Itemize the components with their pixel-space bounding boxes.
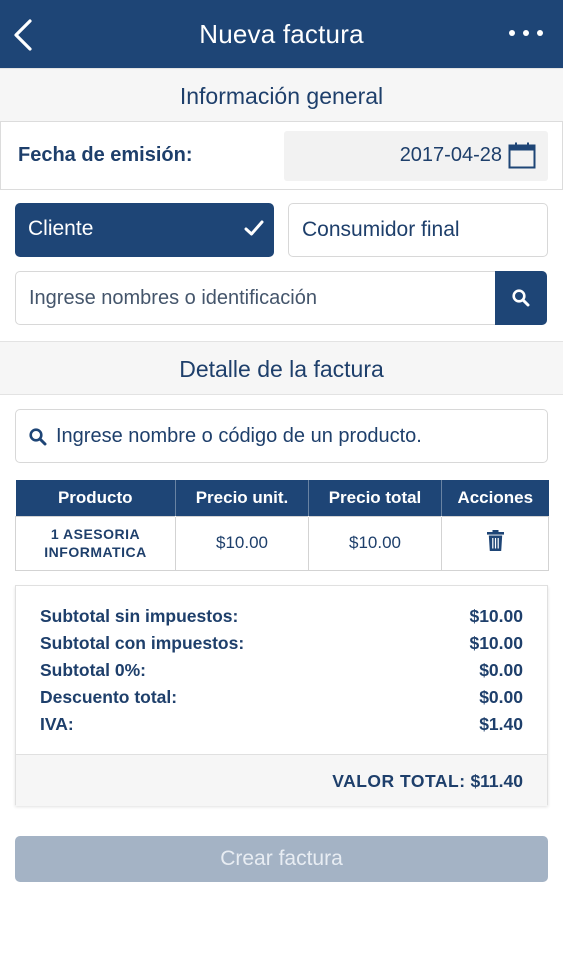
summary-row: Descuento total: $0.00 xyxy=(40,687,523,714)
search-icon xyxy=(29,428,47,446)
total-label: VALOR TOTAL: xyxy=(332,771,466,791)
summary-label: Subtotal 0%: xyxy=(40,660,146,680)
page-title: Nueva factura xyxy=(199,19,364,49)
items-table: Producto Precio unit. Precio total Accio… xyxy=(15,480,549,571)
summary-value: $0.00 xyxy=(479,660,523,680)
summary-value: $1.40 xyxy=(479,714,523,734)
invoice-summary: Subtotal sin impuestos: $10.00 Subtotal c… xyxy=(15,585,548,806)
summary-row: IVA: $1.40 xyxy=(40,714,523,741)
product-search-placeholder: Ingrese nombre o código de un producto. xyxy=(56,425,422,447)
cliente-toggle[interactable]: Cliente xyxy=(15,203,274,257)
product-name-line: INFORMATICA xyxy=(44,544,147,560)
summary-label: Subtotal con impuestos: xyxy=(40,633,245,653)
col-header-precio-total: Precio total xyxy=(308,480,442,516)
summary-row: Subtotal 0%: $0.00 xyxy=(40,660,523,687)
issue-date-field[interactable]: 2017-04-28 xyxy=(284,131,548,181)
search-icon xyxy=(512,289,530,307)
summary-value: $10.00 xyxy=(469,633,523,653)
unit-price-cell: $10.00 xyxy=(175,515,309,571)
client-search-button[interactable] xyxy=(495,271,547,325)
app-header: Nueva factura xyxy=(0,0,563,68)
table-header-row: Producto Precio unit. Precio total Accio… xyxy=(15,480,549,516)
consumidor-final-label: Consumidor final xyxy=(302,218,460,241)
summary-row: Subtotal con impuestos: $10.00 xyxy=(40,633,523,660)
summary-label: Descuento total: xyxy=(40,687,178,707)
col-header-producto: Producto xyxy=(15,480,176,516)
trash-icon[interactable] xyxy=(486,530,504,551)
product-name-line: 1 ASESORIA xyxy=(50,526,141,542)
issue-date-label: Fecha de emisión: xyxy=(18,144,193,166)
issue-date-value: 2017-04-28 xyxy=(399,144,502,166)
summary-label: Subtotal sin impuestos: xyxy=(40,606,239,626)
total-value: $11.40 xyxy=(470,771,523,791)
summary-row: Subtotal sin impuestos: $10.00 xyxy=(40,606,523,633)
summary-label: IVA: xyxy=(40,714,74,734)
product-search-input[interactable]: Ingrese nombre o código de un producto. xyxy=(15,409,548,463)
table-row: 1 ASESORIA INFORMATICA $10.00 $10.00 xyxy=(15,515,549,571)
client-search-placeholder: Ingrese nombres o identificación xyxy=(29,287,317,309)
actions-cell xyxy=(441,515,549,571)
section-detail-title: Detalle de la factura xyxy=(0,341,563,395)
cliente-label: Cliente xyxy=(28,217,94,240)
create-invoice-button[interactable]: Crear factura xyxy=(15,836,548,882)
total-price-cell: $10.00 xyxy=(308,515,442,571)
more-options-icon[interactable] xyxy=(509,30,543,40)
calendar-icon[interactable] xyxy=(508,142,536,169)
checkmark-icon xyxy=(244,220,264,236)
total-row: VALOR TOTAL: $11.40 xyxy=(16,754,547,806)
consumidor-final-toggle[interactable]: Consumidor final xyxy=(288,203,548,257)
section-general-title: Información general xyxy=(0,68,563,122)
summary-value: $10.00 xyxy=(469,606,523,626)
col-header-acciones: Acciones xyxy=(441,480,549,516)
client-search-input[interactable]: Ingrese nombres o identificación xyxy=(15,271,547,325)
product-cell: 1 ASESORIA INFORMATICA xyxy=(15,515,176,571)
summary-value: $0.00 xyxy=(479,687,523,707)
col-header-precio-unit: Precio unit. xyxy=(175,480,309,516)
issue-date-row: Fecha de emisión: 2017-04-28 xyxy=(0,121,563,190)
